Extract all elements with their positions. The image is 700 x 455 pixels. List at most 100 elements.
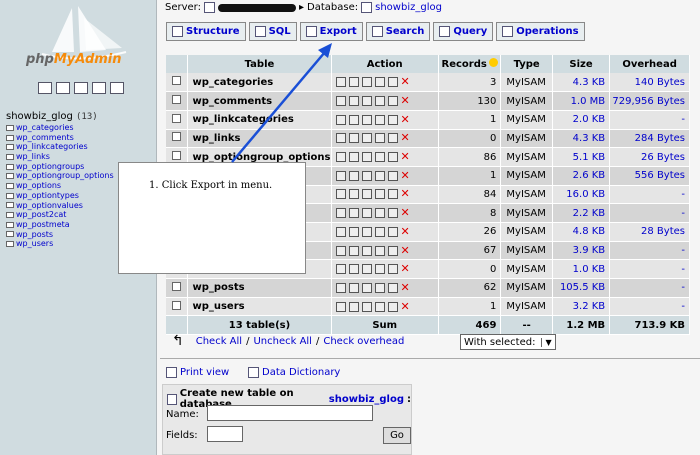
insert-icon[interactable] [374, 208, 385, 219]
search-icon[interactable] [361, 226, 372, 237]
size-cell[interactable]: 2.0 KB [552, 110, 611, 130]
structure-icon[interactable] [348, 189, 359, 200]
browse-icon[interactable] [335, 226, 346, 237]
sidebar-table-item[interactable]: wp_posts [6, 230, 114, 240]
structure-icon[interactable] [348, 114, 359, 125]
empty-icon[interactable] [387, 189, 398, 200]
size-cell[interactable]: 3.9 KB [552, 241, 611, 261]
drop-icon[interactable]: ✕ [401, 170, 411, 181]
search-icon[interactable] [361, 189, 372, 200]
empty-icon[interactable] [387, 245, 398, 256]
search-icon[interactable] [361, 133, 372, 144]
insert-icon[interactable] [374, 96, 385, 107]
uncheck-all-link[interactable]: Uncheck All [253, 336, 312, 347]
overhead-cell[interactable]: - [609, 278, 690, 298]
insert-icon[interactable] [374, 226, 385, 237]
overhead-cell[interactable]: 26 Bytes [609, 147, 690, 167]
row-checkbox[interactable] [172, 151, 181, 161]
drop-icon[interactable]: ✕ [401, 263, 411, 274]
overhead-cell[interactable]: - [609, 110, 690, 130]
query-window-icon[interactable] [56, 82, 70, 94]
structure-icon[interactable] [348, 301, 359, 312]
empty-icon[interactable] [387, 96, 398, 107]
browse-icon[interactable] [335, 301, 346, 312]
overhead-cell[interactable]: - [609, 297, 690, 317]
empty-icon[interactable] [387, 301, 398, 312]
docs-icon[interactable] [92, 82, 106, 94]
empty-icon[interactable] [387, 226, 398, 237]
table-name[interactable]: wp_links [187, 129, 332, 149]
structure-icon[interactable] [348, 96, 359, 107]
size-cell[interactable]: 1.0 KB [552, 259, 611, 280]
table-name[interactable]: wp_categories [187, 73, 332, 93]
with-selected-select[interactable]: With selected: ▼ [460, 334, 556, 350]
sidebar-table-item[interactable]: wp_optionvalues [6, 201, 114, 211]
fields-count-input[interactable] [207, 426, 243, 442]
drop-icon[interactable]: ✕ [401, 226, 411, 237]
size-cell[interactable]: 2.6 KB [552, 166, 611, 186]
size-cell[interactable]: 2.2 KB [552, 203, 611, 223]
overhead-cell[interactable]: - [609, 203, 690, 223]
data-dictionary-link[interactable]: Data Dictionary [248, 367, 340, 378]
table-name[interactable]: wp_comments [187, 91, 332, 111]
search-icon[interactable] [361, 152, 372, 163]
browse-icon[interactable] [335, 264, 346, 275]
search-icon[interactable] [361, 170, 372, 181]
overhead-cell[interactable]: 28 Bytes [609, 222, 690, 242]
structure-icon[interactable] [348, 282, 359, 293]
browse-icon[interactable] [335, 189, 346, 200]
search-icon[interactable] [361, 77, 372, 88]
go-button[interactable]: Go [383, 427, 411, 444]
row-checkbox[interactable] [172, 132, 181, 142]
drop-icon[interactable]: ✕ [401, 207, 411, 218]
browse-icon[interactable] [335, 245, 346, 256]
structure-icon[interactable] [348, 77, 359, 88]
row-checkbox[interactable] [172, 95, 181, 105]
insert-icon[interactable] [374, 245, 385, 256]
drop-icon[interactable]: ✕ [401, 245, 411, 256]
browse-icon[interactable] [335, 114, 346, 125]
empty-icon[interactable] [387, 282, 398, 293]
search-icon[interactable] [361, 114, 372, 125]
sidebar-db-name[interactable]: showbiz_glog (13) [6, 111, 98, 122]
check-overhead-link[interactable]: Check overhead [323, 336, 404, 347]
overhead-cell[interactable]: - [609, 259, 690, 280]
table-name-input[interactable] [207, 405, 373, 421]
browse-icon[interactable] [335, 96, 346, 107]
sql-icon[interactable] [74, 82, 88, 94]
browse-icon[interactable] [335, 133, 346, 144]
insert-icon[interactable] [374, 152, 385, 163]
overhead-cell[interactable]: - [609, 241, 690, 261]
structure-icon[interactable] [348, 170, 359, 181]
structure-icon[interactable] [348, 152, 359, 163]
insert-icon[interactable] [374, 189, 385, 200]
sidebar-table-item[interactable]: wp_optiongroups [6, 162, 114, 172]
structure-icon[interactable] [348, 208, 359, 219]
check-all-link[interactable]: Check All [196, 336, 242, 347]
overhead-cell[interactable]: - [609, 185, 690, 205]
size-cell[interactable]: 3.2 KB [552, 297, 611, 317]
sidebar-table-item[interactable]: wp_optiongroup_options [6, 171, 114, 181]
search-icon[interactable] [361, 245, 372, 256]
search-icon[interactable] [361, 208, 372, 219]
search-icon[interactable] [361, 96, 372, 107]
print-view-link[interactable]: Print view [166, 367, 229, 378]
structure-icon[interactable] [348, 133, 359, 144]
structure-icon[interactable] [348, 226, 359, 237]
drop-icon[interactable]: ✕ [401, 95, 411, 106]
tab-structure[interactable]: Structure [166, 22, 246, 41]
sidebar-table-item[interactable]: wp_linkcategories [6, 142, 114, 152]
empty-icon[interactable] [387, 264, 398, 275]
browse-icon[interactable] [335, 170, 346, 181]
drop-icon[interactable]: ✕ [401, 132, 411, 143]
overhead-cell[interactable]: 729,956 Bytes [609, 91, 690, 111]
sidebar-table-item[interactable]: wp_categories [6, 123, 114, 133]
size-cell[interactable]: 4.3 KB [552, 73, 611, 93]
insert-icon[interactable] [374, 282, 385, 293]
row-checkbox[interactable] [172, 300, 181, 310]
insert-icon[interactable] [374, 170, 385, 181]
search-icon[interactable] [361, 301, 372, 312]
empty-icon[interactable] [387, 77, 398, 88]
sidebar-table-item[interactable]: wp_users [6, 239, 114, 249]
drop-icon[interactable]: ✕ [401, 151, 411, 162]
